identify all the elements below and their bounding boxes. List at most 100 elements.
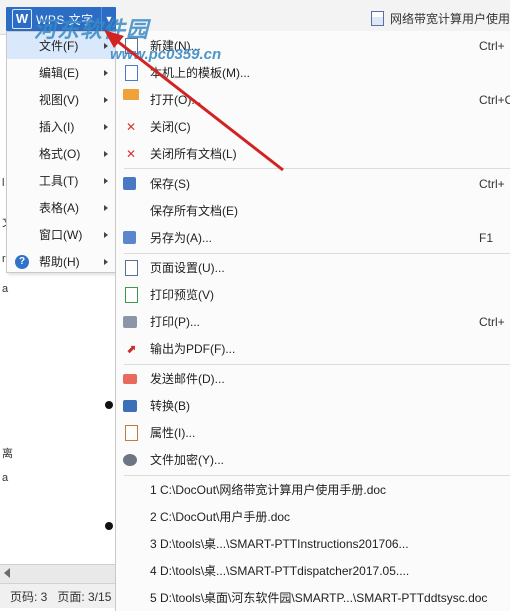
menu-item-open[interactable]: 打开(O)... Ctrl+O xyxy=(116,86,510,113)
menu-item-label: 保存(S) xyxy=(150,177,190,191)
submenu-arrow-icon xyxy=(104,96,108,103)
menu-item-save-as[interactable]: 另存为(A)... F1 xyxy=(116,224,510,251)
page-code: 页码: 3 xyxy=(10,589,48,604)
help-icon: ? xyxy=(15,254,29,269)
menu-item-page-setup[interactable]: 页面设置(U)... xyxy=(116,254,510,281)
print-icon xyxy=(123,315,137,328)
main-menu: 文件(F) 编辑(E) 视图(V) 插入(I) 格式(O) 工具(T) 表格(A… xyxy=(6,31,117,273)
open-folder-icon xyxy=(123,89,139,100)
bullet-point xyxy=(105,401,113,409)
menu-item-convert[interactable]: 转换(B) xyxy=(116,392,510,419)
menu-item-label: 保存所有文档(E) xyxy=(150,204,238,218)
menu-item-label: 转换(B) xyxy=(150,399,190,413)
recent-file-label: 2 C:\DocOut\用户手册.doc xyxy=(150,510,291,524)
shortcut-label: Ctrl+ xyxy=(479,314,505,329)
menu-item-label: 窗口(W) xyxy=(39,228,83,242)
menu-item-edit[interactable]: 编辑(E) xyxy=(7,59,116,86)
menu-item-label: 发送邮件(D)... xyxy=(150,372,225,386)
bullet-point xyxy=(105,522,113,530)
menu-item-label: 打印预览(V) xyxy=(150,288,214,302)
menu-item-label: 关闭所有文档(L) xyxy=(150,147,237,161)
page-setup-icon xyxy=(125,259,138,276)
shortcut-label: Ctrl+ xyxy=(479,176,505,191)
menu-item-label: 属性(I)... xyxy=(150,426,196,440)
encrypt-icon xyxy=(123,453,137,466)
recent-file-label: 4 D:\tools\桌...\SMART-PTTdispatcher2017.… xyxy=(150,564,410,578)
submenu-arrow-icon xyxy=(104,123,108,130)
properties-icon xyxy=(125,424,138,441)
doc-text: 离 xyxy=(2,448,13,460)
print-preview-icon xyxy=(125,286,138,303)
save-icon xyxy=(123,177,136,190)
shortcut-label: Ctrl+O xyxy=(479,92,510,107)
menu-item-label: 帮助(H) xyxy=(39,255,80,269)
menu-item-tools[interactable]: 工具(T) xyxy=(7,167,116,194)
doc-text: a xyxy=(2,283,9,295)
menu-item-label: 视图(V) xyxy=(39,93,79,107)
menu-item-save-all[interactable]: 保存所有文档(E) xyxy=(116,197,510,224)
recent-file-label: 1 C:\DocOut\网络带宽计算用户使用手册.doc xyxy=(150,483,387,497)
recent-file-item[interactable]: 2 C:\DocOut\用户手册.doc xyxy=(116,503,510,530)
menu-item-label: 本机上的模板(M)... xyxy=(150,66,250,80)
doc-text: a xyxy=(2,472,9,484)
menu-item-label: 关闭(C) xyxy=(150,120,191,134)
recent-file-item[interactable]: 1 C:\DocOut\网络带宽计算用户使用手册.doc xyxy=(116,476,510,503)
menu-item-label: 打开(O)... xyxy=(150,93,202,107)
menu-item-encrypt[interactable]: 文件加密(Y)... xyxy=(116,446,510,473)
menu-item-print-preview[interactable]: 打印预览(V) xyxy=(116,281,510,308)
recent-file-item[interactable]: 3 D:\tools\桌...\SMART-PTTInstructions201… xyxy=(116,530,510,557)
menu-item-label: 插入(I) xyxy=(39,120,75,134)
file-submenu: 新建(N)... Ctrl+ 本机上的模板(M)... 打开(O)... Ctr… xyxy=(115,31,510,611)
menu-item-format[interactable]: 格式(O) xyxy=(7,140,116,167)
template-icon xyxy=(125,64,138,81)
menu-item-properties[interactable]: 属性(I)... xyxy=(116,419,510,446)
shortcut-label: F1 xyxy=(479,230,494,245)
watermark-text: 河东软件园 xyxy=(34,17,150,42)
menu-item-label: 编辑(E) xyxy=(39,66,79,80)
close-all-icon: ✕ xyxy=(125,146,137,161)
shortcut-label: Ctrl+ xyxy=(479,38,505,53)
menu-item-export-pdf[interactable]: ⬈ 输出为PDF(F)... xyxy=(116,335,510,362)
menu-item-label: 格式(O) xyxy=(39,147,81,161)
recent-file-item[interactable]: 4 D:\tools\桌...\SMART-PTTdispatcher2017.… xyxy=(116,557,510,584)
scroll-left-icon[interactable] xyxy=(4,568,10,578)
menu-item-label: 表格(A) xyxy=(39,201,79,215)
menu-item-window[interactable]: 窗口(W) xyxy=(7,221,116,248)
menu-item-send-mail[interactable]: 发送邮件(D)... xyxy=(116,365,510,392)
menu-item-label: 工具(T) xyxy=(39,174,79,188)
convert-icon xyxy=(123,399,137,412)
submenu-arrow-icon xyxy=(104,231,108,238)
submenu-arrow-icon xyxy=(104,258,108,265)
menu-item-close[interactable]: ✕ 关闭(C) xyxy=(116,113,510,140)
submenu-arrow-icon xyxy=(104,69,108,76)
close-doc-icon: ✕ xyxy=(125,119,137,134)
save-as-icon xyxy=(123,231,136,244)
menu-item-label: 文件加密(Y)... xyxy=(150,453,224,467)
submenu-arrow-icon xyxy=(104,204,108,211)
menu-item-insert[interactable]: 插入(I) xyxy=(7,113,116,140)
menu-item-label: 输出为PDF(F)... xyxy=(150,342,236,356)
mail-icon xyxy=(123,373,137,384)
recent-file-label: 3 D:\tools\桌...\SMART-PTTInstructions201… xyxy=(150,537,409,551)
page-count: 页面: 3/15 xyxy=(57,589,112,604)
submenu-arrow-icon xyxy=(104,177,108,184)
submenu-arrow-icon xyxy=(104,150,108,157)
doc-text: l xyxy=(2,177,5,189)
menu-item-label: 另存为(A)... xyxy=(150,231,212,245)
menu-item-view[interactable]: 视图(V) xyxy=(7,86,116,113)
menu-item-label: 页面设置(U)... xyxy=(150,261,225,275)
recent-file-label: 5 D:\tools\桌面\河东软件园\SMARTP...\SMART-PTTd… xyxy=(150,591,488,605)
menu-item-save[interactable]: 保存(S) Ctrl+ xyxy=(116,170,510,197)
pdf-icon: ⬈ xyxy=(125,341,137,356)
horizontal-scrollbar[interactable] xyxy=(0,564,116,583)
menu-item-help[interactable]: ? 帮助(H) xyxy=(7,248,116,275)
document-tab[interactable]: 网络带宽计算用户使用 xyxy=(370,10,510,27)
menu-item-label: 打印(P)... xyxy=(150,315,200,329)
wps-logo-icon: W xyxy=(12,9,32,29)
menu-item-print[interactable]: 打印(P)... Ctrl+ xyxy=(116,308,510,335)
menu-separator xyxy=(124,168,510,169)
menu-item-template[interactable]: 本机上的模板(M)... xyxy=(116,59,510,86)
menu-item-table[interactable]: 表格(A) xyxy=(7,194,116,221)
menu-item-close-all[interactable]: ✕ 关闭所有文档(L) xyxy=(116,140,510,167)
document-tab-label: 网络带宽计算用户使用 xyxy=(389,12,510,26)
